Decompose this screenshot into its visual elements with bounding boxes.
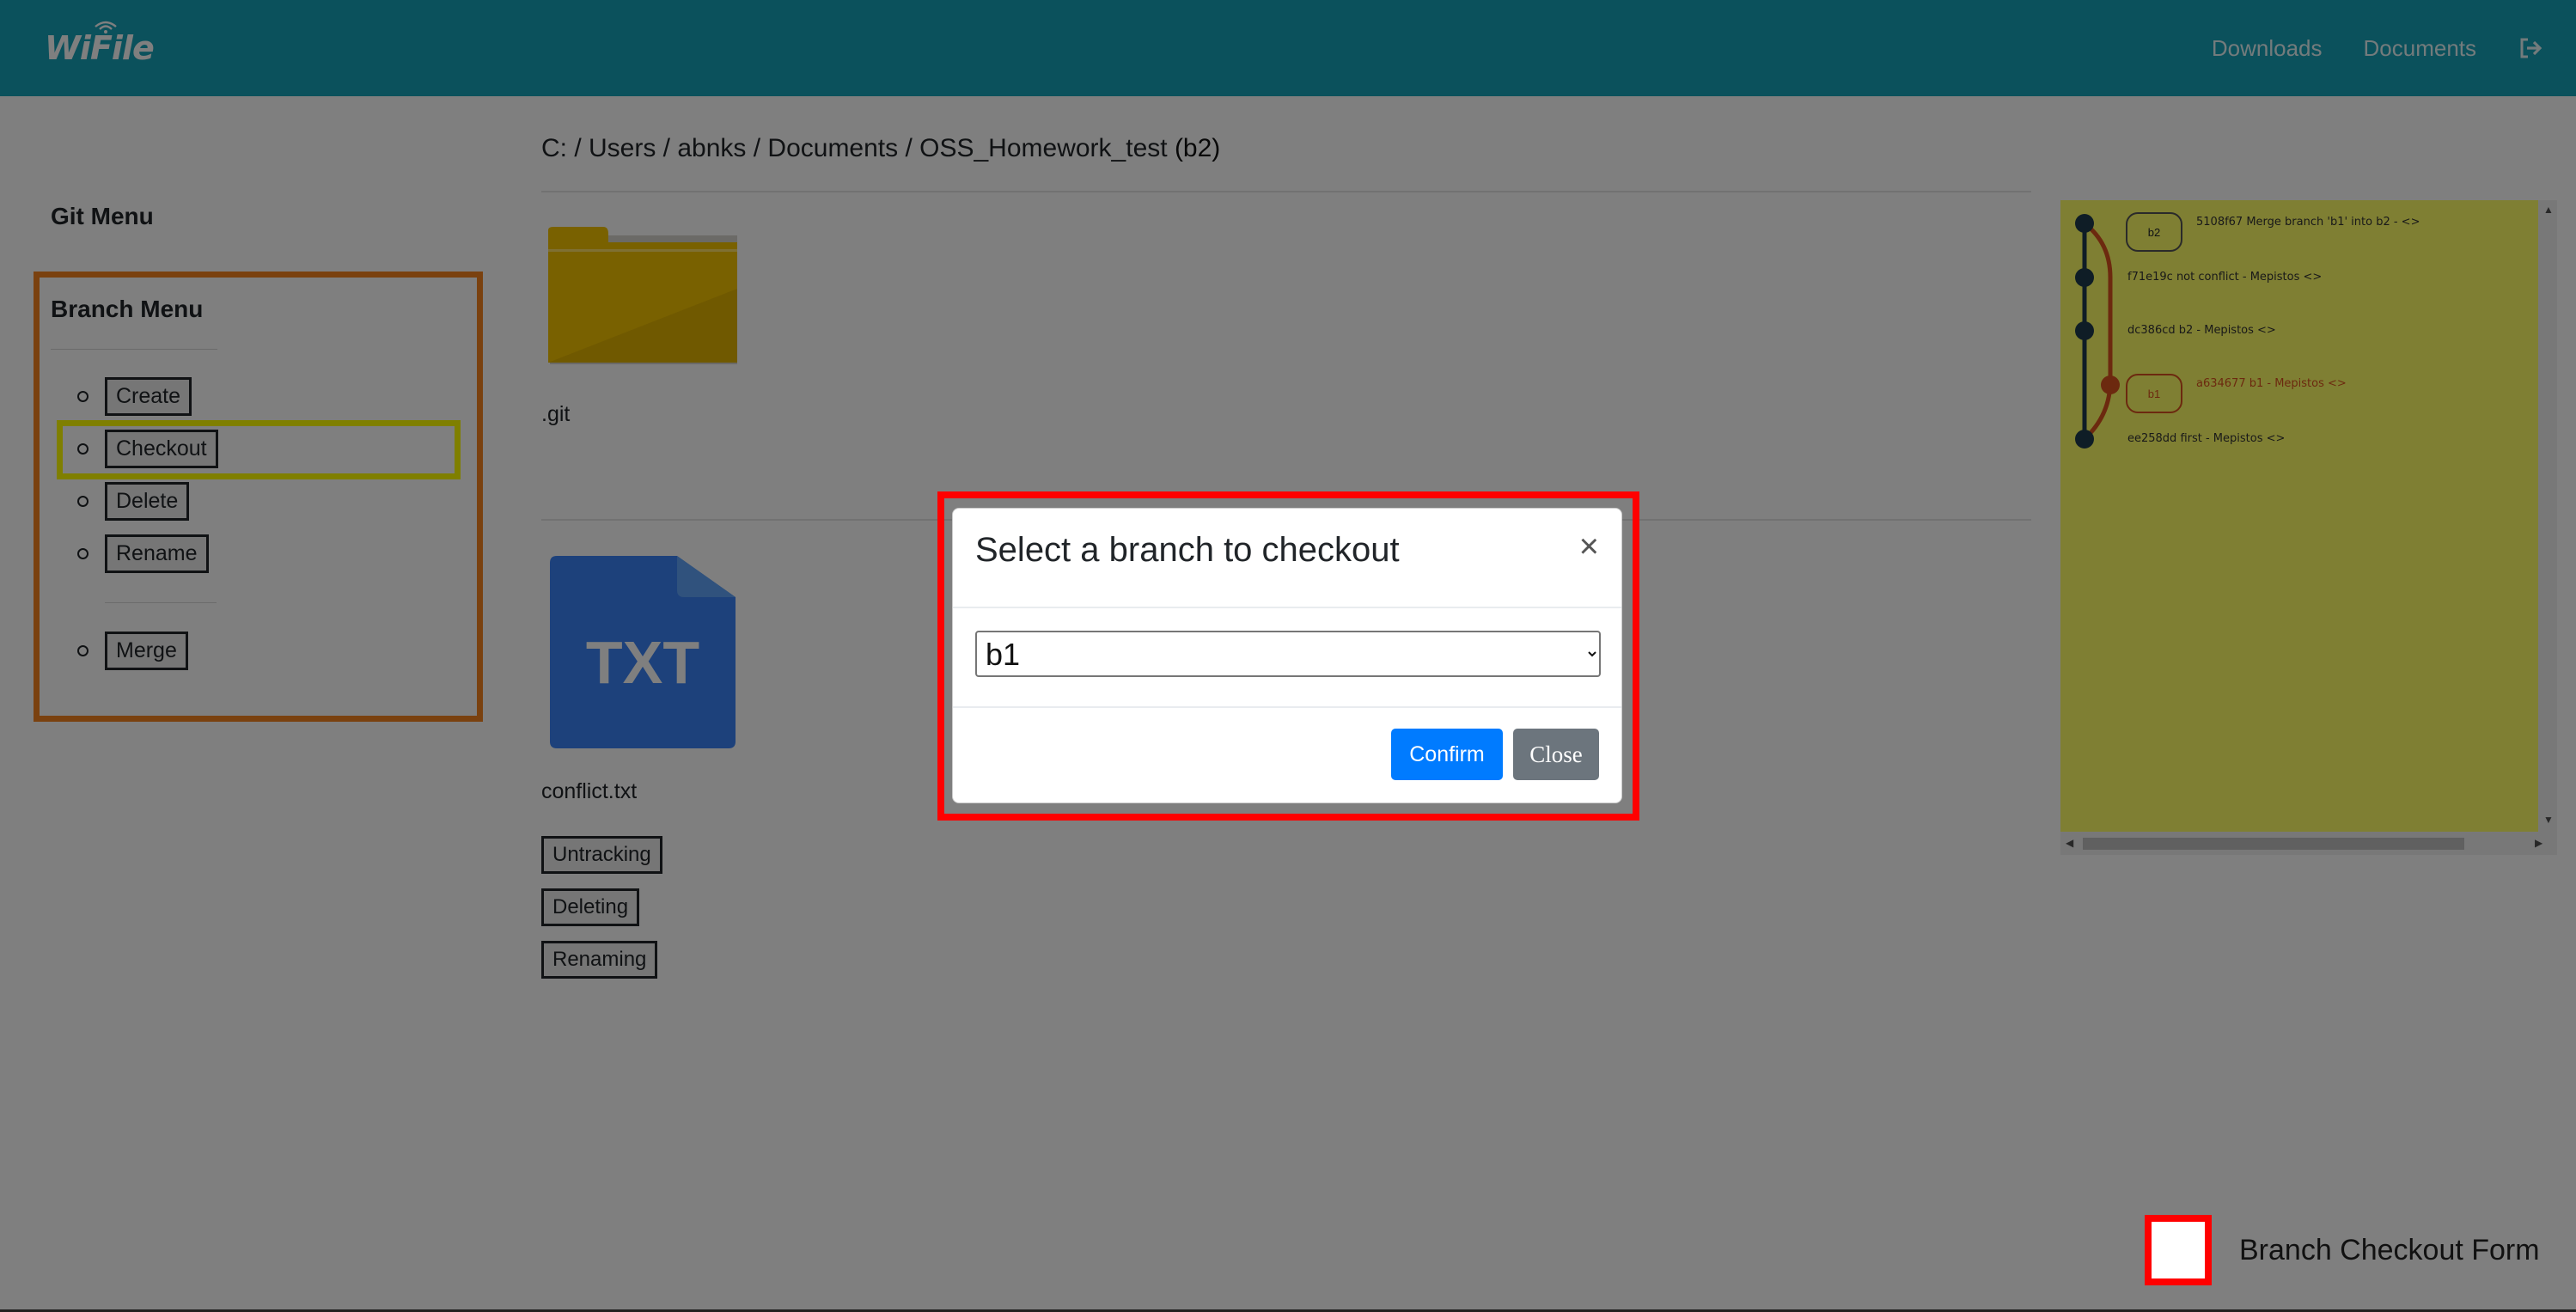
modal-header: Select a branch to checkout ×: [953, 509, 1621, 608]
modal-title: Select a branch to checkout: [975, 531, 1400, 569]
checkout-modal: Select a branch to checkout × b1 Confirm…: [952, 508, 1622, 803]
modal-body: b1: [953, 608, 1621, 698]
modal-footer: Confirm Close: [953, 706, 1621, 804]
legend-swatch: [2145, 1215, 2212, 1285]
legend-label: Branch Checkout Form: [2239, 1234, 2540, 1266]
confirm-button[interactable]: Confirm: [1391, 729, 1503, 780]
close-button[interactable]: Close: [1513, 729, 1599, 780]
branch-select[interactable]: b1: [975, 631, 1601, 677]
close-icon[interactable]: ×: [1579, 529, 1599, 564]
